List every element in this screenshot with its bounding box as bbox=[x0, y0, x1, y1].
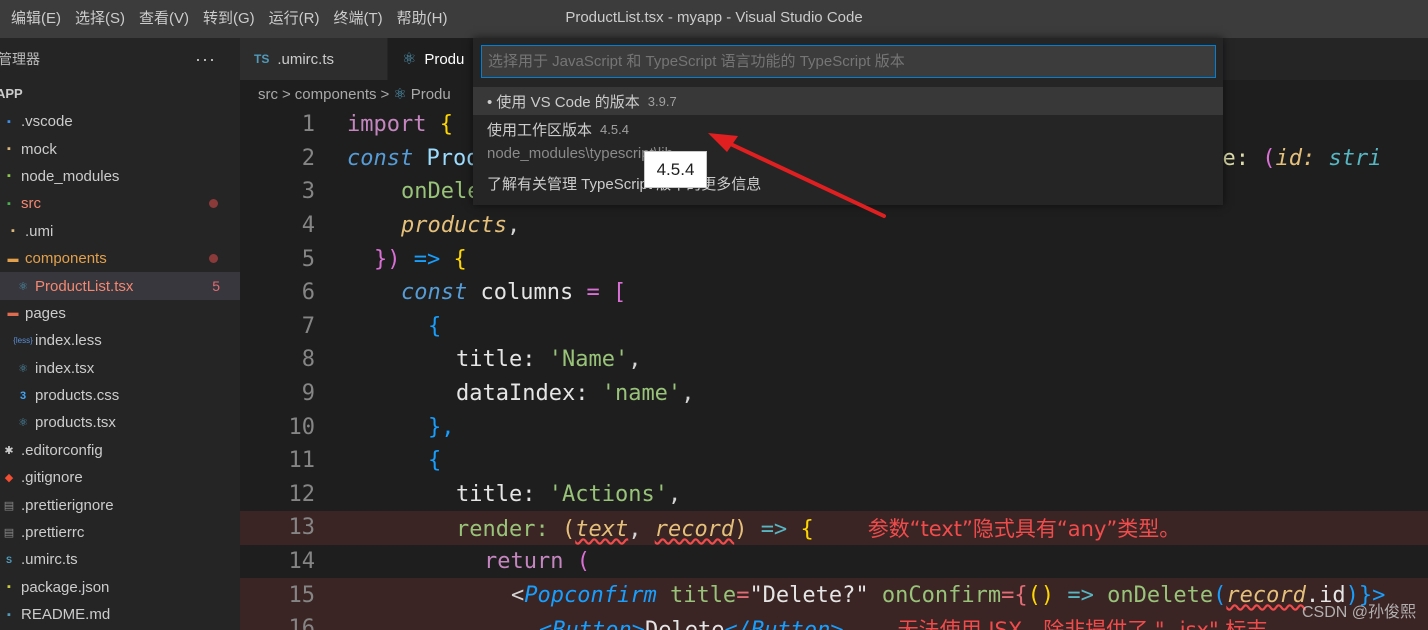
code-line: 7 { bbox=[301, 313, 442, 339]
tree-item-productlist[interactable]: ⚛ ProductList.tsx 5 bbox=[0, 272, 240, 300]
react-icon: ⚛ bbox=[18, 280, 28, 293]
menu-run[interactable]: 运行(R) bbox=[262, 0, 327, 38]
folder-open-icon: ▬ bbox=[7, 252, 19, 265]
code-line: 9 dataIndex: 'name', bbox=[301, 381, 695, 407]
breadcrumb-separator: > bbox=[380, 85, 390, 103]
code-line: 11 { bbox=[288, 448, 442, 474]
code-line: 4 products, bbox=[301, 213, 521, 239]
typescript-version-quickpick: • 使用 VS Code 的版本 3.9.7 使用工作区版本 4.5.4 nod… bbox=[473, 38, 1223, 205]
tree-item-readme[interactable]: ▪ README.md bbox=[0, 601, 240, 628]
tree-item-index-tsx[interactable]: ⚛ index.tsx bbox=[0, 355, 240, 382]
tree-item-editorconfig[interactable]: ✱ .editorconfig bbox=[0, 437, 240, 464]
file-icon: ▤ bbox=[3, 499, 15, 512]
json-icon: ▪ bbox=[7, 581, 11, 594]
css-icon: 3 bbox=[19, 389, 27, 402]
breadcrumb-src[interactable]: src bbox=[258, 86, 278, 103]
folder-src-icon: ▪ bbox=[7, 197, 11, 210]
react-icon: ⚛ bbox=[393, 86, 407, 103]
breadcrumb-components[interactable]: components bbox=[295, 86, 377, 103]
menu-view[interactable]: 查看(V) bbox=[132, 0, 196, 38]
breadcrumb-separator: > bbox=[282, 85, 291, 103]
title-bar: 编辑(E) 选择(S) 查看(V) 转到(G) 运行(R) 终端(T) 帮助(H… bbox=[0, 0, 1428, 38]
tree-item-package-json[interactable]: ▪ package.json bbox=[0, 574, 240, 601]
ts-icon: TS bbox=[254, 52, 270, 66]
tree-item-umirc[interactable]: S .umirc.ts bbox=[0, 546, 240, 573]
tree-item-gitignore[interactable]: ◆ .gitignore bbox=[0, 464, 240, 491]
code-line-error: 15 <Popconfirm title="Delete?" onConfirm… bbox=[240, 578, 1428, 612]
code-line: 10 }, bbox=[288, 414, 455, 440]
explorer-sidebar: 管理器 ··· APP ▪ .vscode ▪ mock ▪ node_modu… bbox=[0, 38, 240, 630]
folder-icon: ▪ bbox=[7, 143, 11, 156]
code-line: 12 title: 'Actions', bbox=[288, 481, 682, 507]
code-line: 6 const columns = [ bbox=[301, 280, 627, 306]
tree-item-src[interactable]: ▪ src bbox=[0, 190, 240, 217]
folder-node-icon: ▪ bbox=[7, 170, 11, 183]
tree-item-products-tsx[interactable]: ⚛ products.tsx bbox=[0, 409, 240, 436]
version-tooltip: 4.5.4 bbox=[644, 151, 707, 188]
menu-terminal[interactable]: 终端(T) bbox=[327, 0, 390, 38]
quickpick-item-vscode-version[interactable]: • 使用 VS Code 的版本 3.9.7 bbox=[473, 87, 1223, 115]
breadcrumb-file[interactable]: Produ bbox=[411, 86, 451, 103]
react-icon: ⚛ bbox=[18, 417, 28, 430]
tree-item-node-modules[interactable]: ▪ node_modules bbox=[0, 163, 240, 190]
tab-umirc[interactable]: TS .umirc.ts bbox=[240, 38, 388, 80]
ts-icon: S bbox=[5, 554, 12, 565]
markdown-icon: ▪ bbox=[7, 608, 11, 621]
folder-pages-icon: ▬ bbox=[7, 307, 19, 320]
code-line-error: 13 render: (text, record) => {参数“text”隐式… bbox=[240, 511, 1428, 545]
code-line-error: 16 <Button>Delete</Button>无法使用 JSX，除非提供了… bbox=[240, 612, 1428, 630]
quickpick-input[interactable] bbox=[481, 45, 1216, 78]
watermark: CSDN @孙俊熙 bbox=[1301, 604, 1416, 621]
tree-item-prettierignore[interactable]: ▤ .prettierignore bbox=[0, 491, 240, 518]
less-icon: {less} bbox=[13, 336, 33, 346]
menu-go[interactable]: 转到(G) bbox=[196, 0, 262, 38]
tree-item-prettierrc[interactable]: ▤ .prettierrc bbox=[0, 519, 240, 546]
tree-item-vscode[interactable]: ▪ .vscode bbox=[0, 108, 240, 135]
tree-item-mock[interactable]: ▪ mock bbox=[0, 135, 240, 162]
file-icon: ▤ bbox=[3, 527, 15, 540]
code-line: 8 title: 'Name', bbox=[301, 347, 642, 373]
inline-error-message: 无法使用 JSX，除非提供了 "--jsx" 标志 bbox=[897, 617, 1268, 630]
explorer-title: 管理器 bbox=[0, 51, 40, 67]
menu-selection[interactable]: 选择(S) bbox=[68, 0, 132, 38]
explorer-header: 管理器 ··· bbox=[0, 38, 240, 80]
tree-item-umi[interactable]: ▪ .umi bbox=[0, 218, 240, 245]
inline-error-message: 参数“text”隐式具有“any”类型。 bbox=[867, 516, 1181, 541]
tree-item-products-css[interactable]: 3 products.css bbox=[0, 382, 240, 409]
folder-icon: ▪ bbox=[11, 225, 15, 238]
problem-count-badge: 5 bbox=[212, 278, 220, 295]
editorconfig-icon: ✱ bbox=[4, 444, 14, 457]
project-root[interactable]: APP bbox=[0, 80, 240, 108]
more-actions-icon[interactable]: ··· bbox=[195, 49, 216, 70]
quickpick-item-workspace-version[interactable]: 使用工作区版本 4.5.4 bbox=[473, 115, 1223, 143]
tree-item-pages[interactable]: ▬ pages bbox=[0, 300, 240, 327]
react-icon: ⚛ bbox=[18, 362, 28, 375]
code-line: 5 }) => { bbox=[301, 246, 467, 272]
quickpick-item-learn-more[interactable]: 了解有关管理 TypeScript 版本的更多信息 bbox=[473, 169, 1223, 197]
error-dot bbox=[209, 253, 218, 263]
tree-item-components[interactable]: ▬ components bbox=[0, 245, 240, 272]
folder-vscode-icon: ▪ bbox=[7, 115, 11, 128]
menu-bar: 编辑(E) 选择(S) 查看(V) 转到(G) 运行(R) 终端(T) 帮助(H… bbox=[0, 0, 454, 38]
git-icon: ◆ bbox=[4, 472, 14, 485]
react-icon: ⚛ bbox=[402, 51, 417, 68]
code-line: 14 return ( bbox=[288, 549, 590, 575]
menu-edit[interactable]: 编辑(E) bbox=[4, 0, 68, 38]
menu-help[interactable]: 帮助(H) bbox=[390, 0, 455, 38]
quickpick-item-path: node_modules\typescript\lib bbox=[487, 144, 673, 162]
tree-item-index-less[interactable]: {less} index.less bbox=[0, 327, 240, 354]
